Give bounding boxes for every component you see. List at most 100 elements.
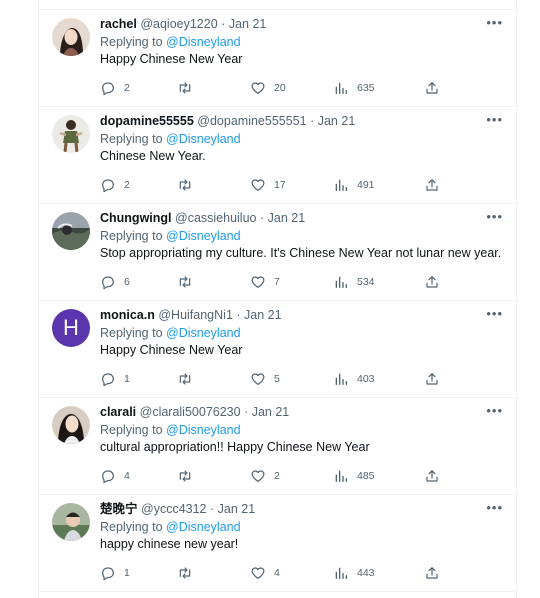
retweet-button[interactable]	[177, 371, 201, 387]
reply-tweet[interactable]: H monica.n @HuifangNi1 · Jan 21 ••• Repl…	[39, 301, 516, 398]
display-name[interactable]: clarali	[100, 405, 136, 419]
replying-to-label: Replying to	[100, 520, 167, 534]
tweet-date[interactable]: Jan 21	[218, 502, 256, 516]
views-icon	[333, 274, 349, 290]
share-button[interactable]	[424, 177, 440, 193]
like-button[interactable]: 17	[250, 177, 286, 193]
like-icon	[250, 565, 266, 581]
replying-to-mention[interactable]: @Disneyland	[166, 520, 241, 534]
views-button[interactable]: 485	[333, 468, 375, 484]
retweet-button[interactable]	[177, 468, 201, 484]
retweet-icon	[177, 177, 193, 193]
replying-to-mention[interactable]: @Disneyland	[166, 35, 241, 49]
reply-button[interactable]: 1	[100, 565, 130, 581]
views-button[interactable]: 635	[333, 80, 375, 96]
reply-button[interactable]: 2	[100, 177, 130, 193]
views-count: 635	[357, 82, 375, 94]
like-button[interactable]: 7	[250, 274, 280, 290]
tweet-text: Chinese New Year.	[100, 149, 206, 163]
share-button[interactable]	[424, 468, 440, 484]
reply-button[interactable]: 2	[100, 80, 130, 96]
share-button[interactable]	[424, 80, 440, 96]
like-icon	[250, 274, 266, 290]
avatar[interactable]	[52, 18, 90, 56]
reply-count: 6	[124, 276, 130, 288]
tweet-date[interactable]: Jan 21	[244, 308, 282, 322]
more-icon[interactable]: •••	[486, 404, 503, 418]
share-icon	[424, 80, 440, 96]
views-icon	[333, 80, 349, 96]
like-button[interactable]: 4	[250, 565, 280, 581]
retweet-icon	[177, 468, 193, 484]
share-icon	[424, 468, 440, 484]
display-name[interactable]: monica.n	[100, 308, 155, 322]
reply-tweet[interactable]: rachel @aqioey1220 · Jan 21 ••• Replying…	[39, 10, 516, 107]
retweet-button[interactable]	[177, 80, 201, 96]
retweet-button[interactable]	[177, 274, 201, 290]
like-button[interactable]: 2	[250, 468, 280, 484]
reply-button[interactable]: 1	[100, 371, 130, 387]
user-handle[interactable]: @cassiehuiluo	[175, 211, 256, 225]
user-handle[interactable]: @clarali50076230	[140, 405, 241, 419]
user-handle[interactable]: @dopamine555551	[197, 114, 306, 128]
views-button[interactable]: 403	[333, 371, 375, 387]
reply-button[interactable]: 4	[100, 468, 130, 484]
more-icon[interactable]: •••	[486, 210, 503, 224]
replying-to-mention[interactable]: @Disneyland	[166, 229, 241, 243]
tweet-date[interactable]: Jan 21	[229, 17, 267, 31]
retweet-button[interactable]	[177, 565, 201, 581]
user-handle[interactable]: @yccc4312	[141, 502, 207, 516]
tweet-date[interactable]: Jan 21	[318, 114, 356, 128]
reply-count: 4	[124, 470, 130, 482]
replying-to-mention[interactable]: @Disneyland	[166, 326, 241, 340]
reply-button[interactable]: 6	[100, 274, 130, 290]
reply-tweet[interactable]: Chungwingl @cassiehuiluo · Jan 21 ••• Re…	[39, 204, 516, 301]
reply-tweet[interactable]: clarali @clarali50076230 · Jan 21 ••• Re…	[39, 398, 516, 495]
views-icon	[333, 468, 349, 484]
views-button[interactable]: 443	[333, 565, 375, 581]
display-name[interactable]: Chungwingl	[100, 211, 172, 225]
tweet-date[interactable]: Jan 21	[252, 405, 290, 419]
tweet-date[interactable]: Jan 21	[268, 211, 306, 225]
tweet-header: rachel @aqioey1220 · Jan 21	[100, 16, 476, 32]
reply-count: 2	[124, 82, 130, 94]
replying-to-mention[interactable]: @Disneyland	[166, 132, 241, 146]
more-icon[interactable]: •••	[486, 307, 503, 321]
views-button[interactable]: 491	[333, 177, 375, 193]
more-icon[interactable]: •••	[486, 113, 503, 127]
share-icon	[424, 177, 440, 193]
replying-to: Replying to @Disneyland	[100, 228, 241, 244]
views-button[interactable]: 534	[333, 274, 375, 290]
user-handle[interactable]: @aqioey1220	[140, 17, 217, 31]
tweet-actions: 1 5 403	[100, 371, 516, 389]
avatar[interactable]	[52, 212, 90, 250]
share-button[interactable]	[424, 371, 440, 387]
tweet-header: monica.n @HuifangNi1 · Jan 21	[100, 307, 476, 323]
tweet-header: dopamine55555 @dopamine555551 · Jan 21	[100, 113, 476, 129]
display-name[interactable]: dopamine55555	[100, 114, 194, 128]
share-button[interactable]	[424, 565, 440, 581]
replying-to-mention[interactable]: @Disneyland	[166, 423, 241, 437]
like-button[interactable]: 5	[250, 371, 280, 387]
reply-tweet[interactable]: 楚晚宁 @yccc4312 · Jan 21 ••• Replying to @…	[39, 495, 516, 592]
views-icon	[333, 371, 349, 387]
avatar[interactable]	[52, 406, 90, 444]
share-button[interactable]	[424, 274, 440, 290]
reply-tweet[interactable]: dopamine55555 @dopamine555551 · Jan 21 •…	[39, 107, 516, 204]
display-name[interactable]: rachel	[100, 17, 137, 31]
avatar[interactable]	[52, 115, 90, 153]
like-button[interactable]: 20	[250, 80, 286, 96]
tweet-text: cultural appropriation!! Happy Chinese N…	[100, 440, 370, 454]
like-count: 4	[274, 567, 280, 579]
avatar[interactable]: H	[52, 309, 90, 347]
user-handle[interactable]: @HuifangNi1	[158, 308, 233, 322]
share-icon	[424, 371, 440, 387]
avatar[interactable]	[52, 503, 90, 541]
retweet-button[interactable]	[177, 177, 201, 193]
reply-feed: rachel @aqioey1220 · Jan 21 ••• Replying…	[38, 0, 517, 598]
display-name[interactable]: 楚晚宁	[100, 502, 138, 516]
retweet-icon	[177, 565, 193, 581]
more-icon[interactable]: •••	[486, 501, 503, 515]
more-icon[interactable]: •••	[486, 16, 503, 30]
like-icon	[250, 468, 266, 484]
